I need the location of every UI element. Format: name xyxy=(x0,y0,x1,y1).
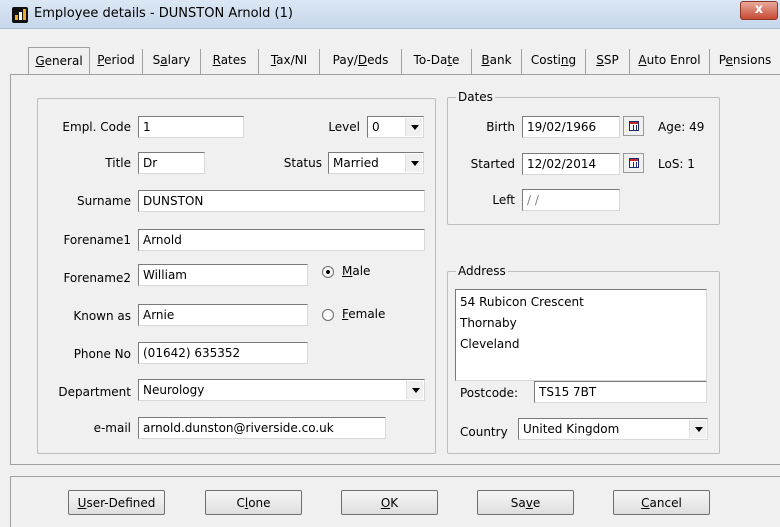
address-line-3: Cleveland xyxy=(460,337,520,351)
chevron-down-icon[interactable] xyxy=(405,118,422,136)
birth-label: Birth xyxy=(486,120,515,134)
forename2-field[interactable]: William xyxy=(138,264,308,286)
forename1-field[interactable]: Arnold xyxy=(138,229,425,251)
surname-label: Surname xyxy=(77,194,131,208)
department-value: Neurology xyxy=(143,383,205,397)
tab-general[interactable]: General xyxy=(28,47,90,75)
calendar-icon xyxy=(629,158,639,168)
ok-button[interactable]: OK xyxy=(341,490,438,515)
tab-tax-ni[interactable]: Tax/NI xyxy=(259,49,320,74)
calendar-icon xyxy=(629,121,639,131)
clone-button[interactable]: Clone xyxy=(205,490,302,515)
chevron-down-icon[interactable] xyxy=(689,420,706,438)
email-field[interactable]: arnold.dunston@riverside.co.uk xyxy=(138,417,386,439)
started-label: Started xyxy=(470,157,515,171)
close-icon: x xyxy=(754,2,764,17)
male-label[interactable]: Male xyxy=(342,264,370,278)
tab-bank[interactable]: Bank xyxy=(472,49,522,74)
forename2-label: Forename2 xyxy=(63,271,131,285)
postcode-label: Postcode: xyxy=(460,386,519,400)
tab-pensions[interactable]: Pensions xyxy=(710,49,780,74)
tab-auto-enrol[interactable]: Auto Enrol xyxy=(630,49,710,74)
level-label: Level xyxy=(328,120,360,134)
status-label: Status xyxy=(283,156,322,170)
save-button[interactable]: Save xyxy=(477,490,574,515)
department-label: Department xyxy=(58,385,131,399)
app-icon xyxy=(12,7,28,23)
left-label: Left xyxy=(492,193,515,207)
tab-to-date[interactable]: To-Date xyxy=(402,49,472,74)
status-value: Married xyxy=(333,156,379,170)
los-text: LoS: 1 xyxy=(658,157,695,171)
user-defined-button[interactable]: User-Defined xyxy=(68,490,165,515)
address-line-1: 54 Rubicon Crescent xyxy=(460,295,584,309)
known-as-field[interactable]: Arnie xyxy=(138,304,308,326)
close-button[interactable]: x xyxy=(740,1,778,20)
window-title: Employee details - DUNSTON Arnold (1) xyxy=(34,6,293,21)
phone-field[interactable]: (01642) 635352 xyxy=(138,342,308,364)
title-bar[interactable]: Employee details - DUNSTON Arnold (1) x xyxy=(0,0,780,29)
tab-strip: General Period Salary Rates Tax/NI Pay/D… xyxy=(0,47,780,75)
male-radio[interactable] xyxy=(322,266,334,278)
title-label: Title xyxy=(105,156,131,170)
tab-pay-deds[interactable]: Pay/Deds xyxy=(320,49,402,74)
started-calendar-button[interactable] xyxy=(623,153,644,173)
tab-salary[interactable]: Salary xyxy=(143,49,201,74)
started-date-field[interactable]: 12/02/2014 xyxy=(522,153,620,175)
empl-code-label: Empl. Code xyxy=(62,120,131,134)
birth-date-field[interactable]: 19/02/1966 xyxy=(522,116,620,138)
tab-costing[interactable]: Costing xyxy=(522,49,586,74)
address-line-2: Thornaby xyxy=(460,316,517,330)
left-date-field[interactable]: / / xyxy=(522,189,620,211)
department-select[interactable]: Neurology xyxy=(138,379,425,401)
employee-details-window: Employee details - DUNSTON Arnold (1) x … xyxy=(0,0,780,527)
female-radio[interactable] xyxy=(322,309,334,321)
level-value: 0 xyxy=(372,120,380,134)
chevron-down-icon[interactable] xyxy=(406,381,423,399)
cancel-button[interactable]: Cancel xyxy=(613,490,710,515)
postcode-field[interactable]: TS15 7BT xyxy=(534,381,707,403)
tab-period[interactable]: Period xyxy=(90,49,143,74)
surname-field[interactable]: DUNSTON xyxy=(138,190,425,212)
phone-label: Phone No xyxy=(73,347,131,361)
tab-ssp[interactable]: SSP xyxy=(586,49,630,74)
forename1-label: Forename1 xyxy=(63,233,131,247)
level-select[interactable]: 0 xyxy=(367,116,424,138)
country-select[interactable]: United Kingdom xyxy=(518,418,708,440)
country-value: United Kingdom xyxy=(523,422,620,436)
email-label: e-mail xyxy=(93,421,131,435)
country-label: Country xyxy=(460,425,508,439)
title-field[interactable]: Dr xyxy=(138,152,205,174)
known-as-label: Known as xyxy=(73,309,131,323)
address-lines-field[interactable]: 54 Rubicon Crescent Thornaby Cleveland xyxy=(455,289,707,381)
empl-code-field[interactable]: 1 xyxy=(138,116,244,138)
status-select[interactable]: Married xyxy=(328,152,424,174)
age-text: Age: 49 xyxy=(658,120,705,134)
birth-calendar-button[interactable] xyxy=(623,116,644,136)
address-group-title: Address xyxy=(456,264,508,278)
chevron-down-icon[interactable] xyxy=(405,154,422,172)
dates-group-title: Dates xyxy=(456,90,495,104)
female-label[interactable]: Female xyxy=(342,307,385,321)
tab-rates[interactable]: Rates xyxy=(201,49,259,74)
